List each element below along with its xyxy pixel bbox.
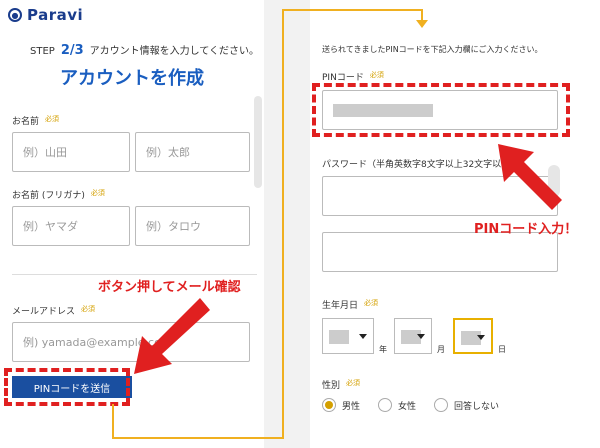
required-badge: 必須 bbox=[369, 71, 384, 79]
last-kana-input[interactable]: 例）ヤマダ bbox=[12, 206, 130, 246]
required-badge: 必須 bbox=[346, 379, 361, 387]
email-label: メールアドレス 必須 bbox=[12, 304, 95, 317]
connector-line bbox=[282, 9, 422, 11]
connector-line bbox=[112, 404, 114, 439]
red-arrow-icon bbox=[498, 144, 562, 210]
first-name-input[interactable]: 例）太郎 bbox=[135, 132, 250, 172]
name-label-text: お名前 bbox=[12, 117, 40, 127]
last-kana-placeholder: 例）ヤマダ bbox=[23, 220, 78, 233]
gender-option-label: 男性 bbox=[342, 401, 361, 412]
gender-option-no-answer[interactable]: 回答しない bbox=[434, 398, 499, 412]
last-name-placeholder: 例）山田 bbox=[23, 146, 67, 159]
birth-year-value bbox=[329, 330, 349, 344]
birthday-label-text: 生年月日 bbox=[322, 301, 359, 311]
required-badge: 必須 bbox=[90, 189, 105, 197]
gender-option-male[interactable]: 男性 bbox=[322, 398, 360, 412]
required-badge: 必須 bbox=[45, 115, 60, 123]
first-kana-input[interactable]: 例）タロウ bbox=[135, 206, 250, 246]
gender-label-text: 性別 bbox=[322, 381, 341, 391]
step-indicator: STEP 2/3 アカウント情報を入力してください。 bbox=[30, 42, 259, 58]
logo-icon: ● bbox=[8, 8, 22, 22]
birth-year-select[interactable] bbox=[322, 318, 374, 354]
chevron-down-icon bbox=[417, 334, 425, 339]
pin-input-highlight bbox=[312, 83, 570, 137]
birth-day-select[interactable] bbox=[453, 318, 493, 354]
first-name-placeholder: 例）太郎 bbox=[146, 146, 190, 159]
password-label: パスワード（半角英数字8文字以上32文字以 bbox=[322, 157, 501, 170]
year-unit: 年 bbox=[379, 345, 387, 354]
background-gap bbox=[264, 0, 310, 448]
gender-label: 性別 必須 bbox=[322, 378, 360, 391]
step-number: 2/3 bbox=[60, 43, 84, 58]
radio-unselected-icon bbox=[378, 398, 393, 412]
divider bbox=[12, 274, 257, 275]
scrollbar-left[interactable] bbox=[254, 96, 262, 188]
logo-text: Paravi bbox=[27, 6, 84, 24]
name-label: お名前 必須 bbox=[12, 114, 59, 127]
step-label: STEP bbox=[30, 46, 55, 57]
page-title: アカウントを作成 bbox=[60, 68, 204, 89]
radio-selected-icon bbox=[322, 398, 336, 412]
name-kana-label: お名前 (フリガナ) 必須 bbox=[12, 188, 105, 201]
birthday-label: 生年月日 必須 bbox=[322, 298, 378, 311]
red-arrow-icon bbox=[134, 298, 210, 374]
radio-unselected-icon bbox=[434, 398, 449, 412]
connector-line bbox=[112, 437, 284, 439]
pin-label: PINコード 必須 bbox=[322, 70, 384, 83]
gender-option-label: 女性 bbox=[398, 401, 417, 412]
gender-radio-group: 男性 女性 回答しない bbox=[322, 398, 499, 412]
required-badge: 必須 bbox=[81, 305, 96, 313]
password-label-text: パスワード（半角英数字8文字以上32文字以 bbox=[322, 160, 502, 170]
send-button-highlight bbox=[4, 368, 130, 406]
pin-annotation: PINコード入力！ bbox=[474, 222, 578, 237]
pin-instruction: 送られてきましたPINコードを下記入力欄にご入力ください。 bbox=[322, 45, 543, 54]
required-badge: 必須 bbox=[364, 299, 379, 307]
email-label-text: メールアドレス bbox=[12, 307, 76, 317]
day-unit: 日 bbox=[498, 345, 506, 354]
connector-arrowhead-icon bbox=[416, 20, 428, 28]
gender-option-female[interactable]: 女性 bbox=[378, 398, 416, 412]
step-description: アカウント情報を入力してください。 bbox=[89, 46, 260, 57]
radio-dot bbox=[325, 401, 333, 409]
month-unit: 月 bbox=[437, 345, 445, 354]
first-kana-placeholder: 例）タロウ bbox=[146, 220, 201, 233]
gender-option-label: 回答しない bbox=[454, 401, 500, 412]
password-confirm-input[interactable] bbox=[322, 232, 558, 272]
chevron-down-icon bbox=[359, 334, 367, 339]
pin-label-text: PINコード bbox=[322, 73, 364, 83]
birth-month-select[interactable] bbox=[394, 318, 432, 354]
last-name-input[interactable]: 例）山田 bbox=[12, 132, 130, 172]
chevron-down-icon bbox=[477, 335, 485, 340]
paravi-logo: ● Paravi bbox=[8, 6, 83, 24]
name-kana-label-text: お名前 (フリガナ) bbox=[12, 191, 85, 201]
connector-line bbox=[282, 9, 284, 439]
